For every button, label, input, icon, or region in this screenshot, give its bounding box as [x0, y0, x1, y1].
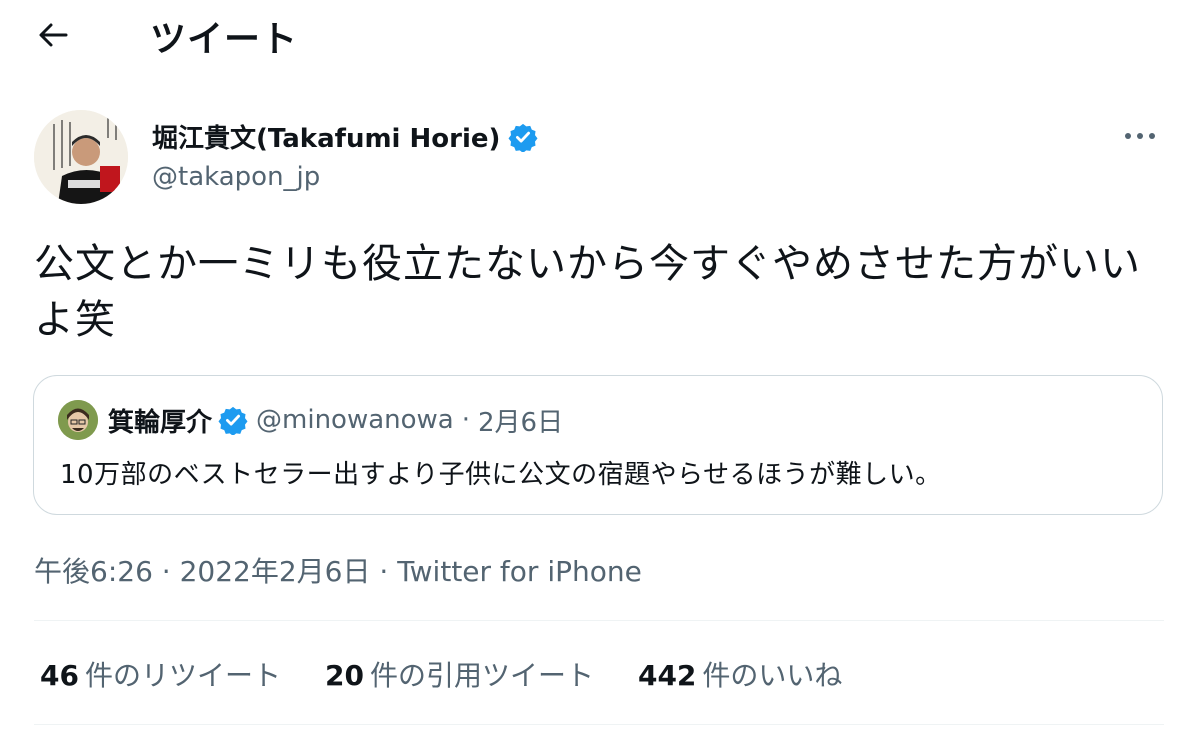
quoted-separator: ·: [461, 405, 470, 435]
meta-separator: ·: [152, 555, 180, 588]
quoted-tweet-text: 10万部のベストセラー出すより子供に公文の宿題やらせるほうが難しい。: [60, 460, 942, 490]
tweet-text: 公文とか一ミリも役立たないから今すぐやめさせた方がいいよ笑: [34, 241, 1141, 343]
retweet-label: 件のリツイート: [84, 659, 281, 692]
meta-separator: ·: [370, 555, 398, 588]
arrow-left-icon: [39, 23, 68, 47]
like-count: 442: [637, 659, 697, 692]
divider: [34, 724, 1164, 725]
quote-count: 20: [324, 659, 364, 692]
more-options-button[interactable]: [1120, 120, 1160, 152]
avatar[interactable]: [34, 110, 128, 204]
quoted-avatar-image: [58, 400, 98, 440]
top-bar: ツイート: [0, 0, 1198, 70]
author-name: 堀江貴文(Takafumi Horie): [152, 124, 501, 154]
tweet-stats: 46 件のリツイート 20 件の引用ツイート 442 件のいいね: [40, 654, 886, 694]
verified-badge-icon: [218, 406, 248, 435]
tweet-source[interactable]: Twitter for iPhone: [397, 555, 642, 588]
author-avatar-image: [34, 110, 128, 204]
verified-badge-icon: [508, 123, 538, 152]
quoted-author-handle: @minowanowa: [256, 405, 454, 435]
author-name-row[interactable]: 堀江貴文(Takafumi Horie): [152, 118, 538, 155]
tweet-date[interactable]: 2022年2月6日: [180, 555, 371, 588]
likes-stat[interactable]: 442 件のいいね: [638, 654, 842, 694]
retweets-stat[interactable]: 46 件のリツイート: [40, 654, 281, 694]
more-horizontal-icon: [1125, 133, 1155, 139]
like-label: 件のいいね: [702, 659, 843, 692]
tweet-author: 堀江貴文(Takafumi Horie) @takapon_jp: [34, 110, 1164, 210]
quoted-date: 2月6日: [478, 407, 564, 438]
author-handle[interactable]: @takapon_jp: [152, 162, 320, 192]
quoted-author-name: 箕輪厚介: [108, 407, 213, 438]
retweet-count: 46: [40, 659, 79, 692]
quoted-avatar: [58, 400, 98, 440]
page-title: ツイート: [150, 19, 299, 60]
quoted-tweet-header: 箕輪厚介 @minowanowa · 2月6日: [58, 400, 563, 440]
tweet-meta: 午後6:26 · 2022年2月6日 · Twitter for iPhone: [34, 550, 642, 590]
back-button[interactable]: [30, 14, 76, 56]
quote-label: 件の引用ツイート: [369, 659, 594, 692]
quote-tweets-stat[interactable]: 20 件の引用ツイート: [325, 654, 594, 694]
quoted-tweet[interactable]: 箕輪厚介 @minowanowa · 2月6日 10万部のベストセラー出すより子…: [33, 375, 1163, 515]
tweet-time[interactable]: 午後6:26: [34, 555, 153, 588]
divider: [34, 620, 1164, 621]
